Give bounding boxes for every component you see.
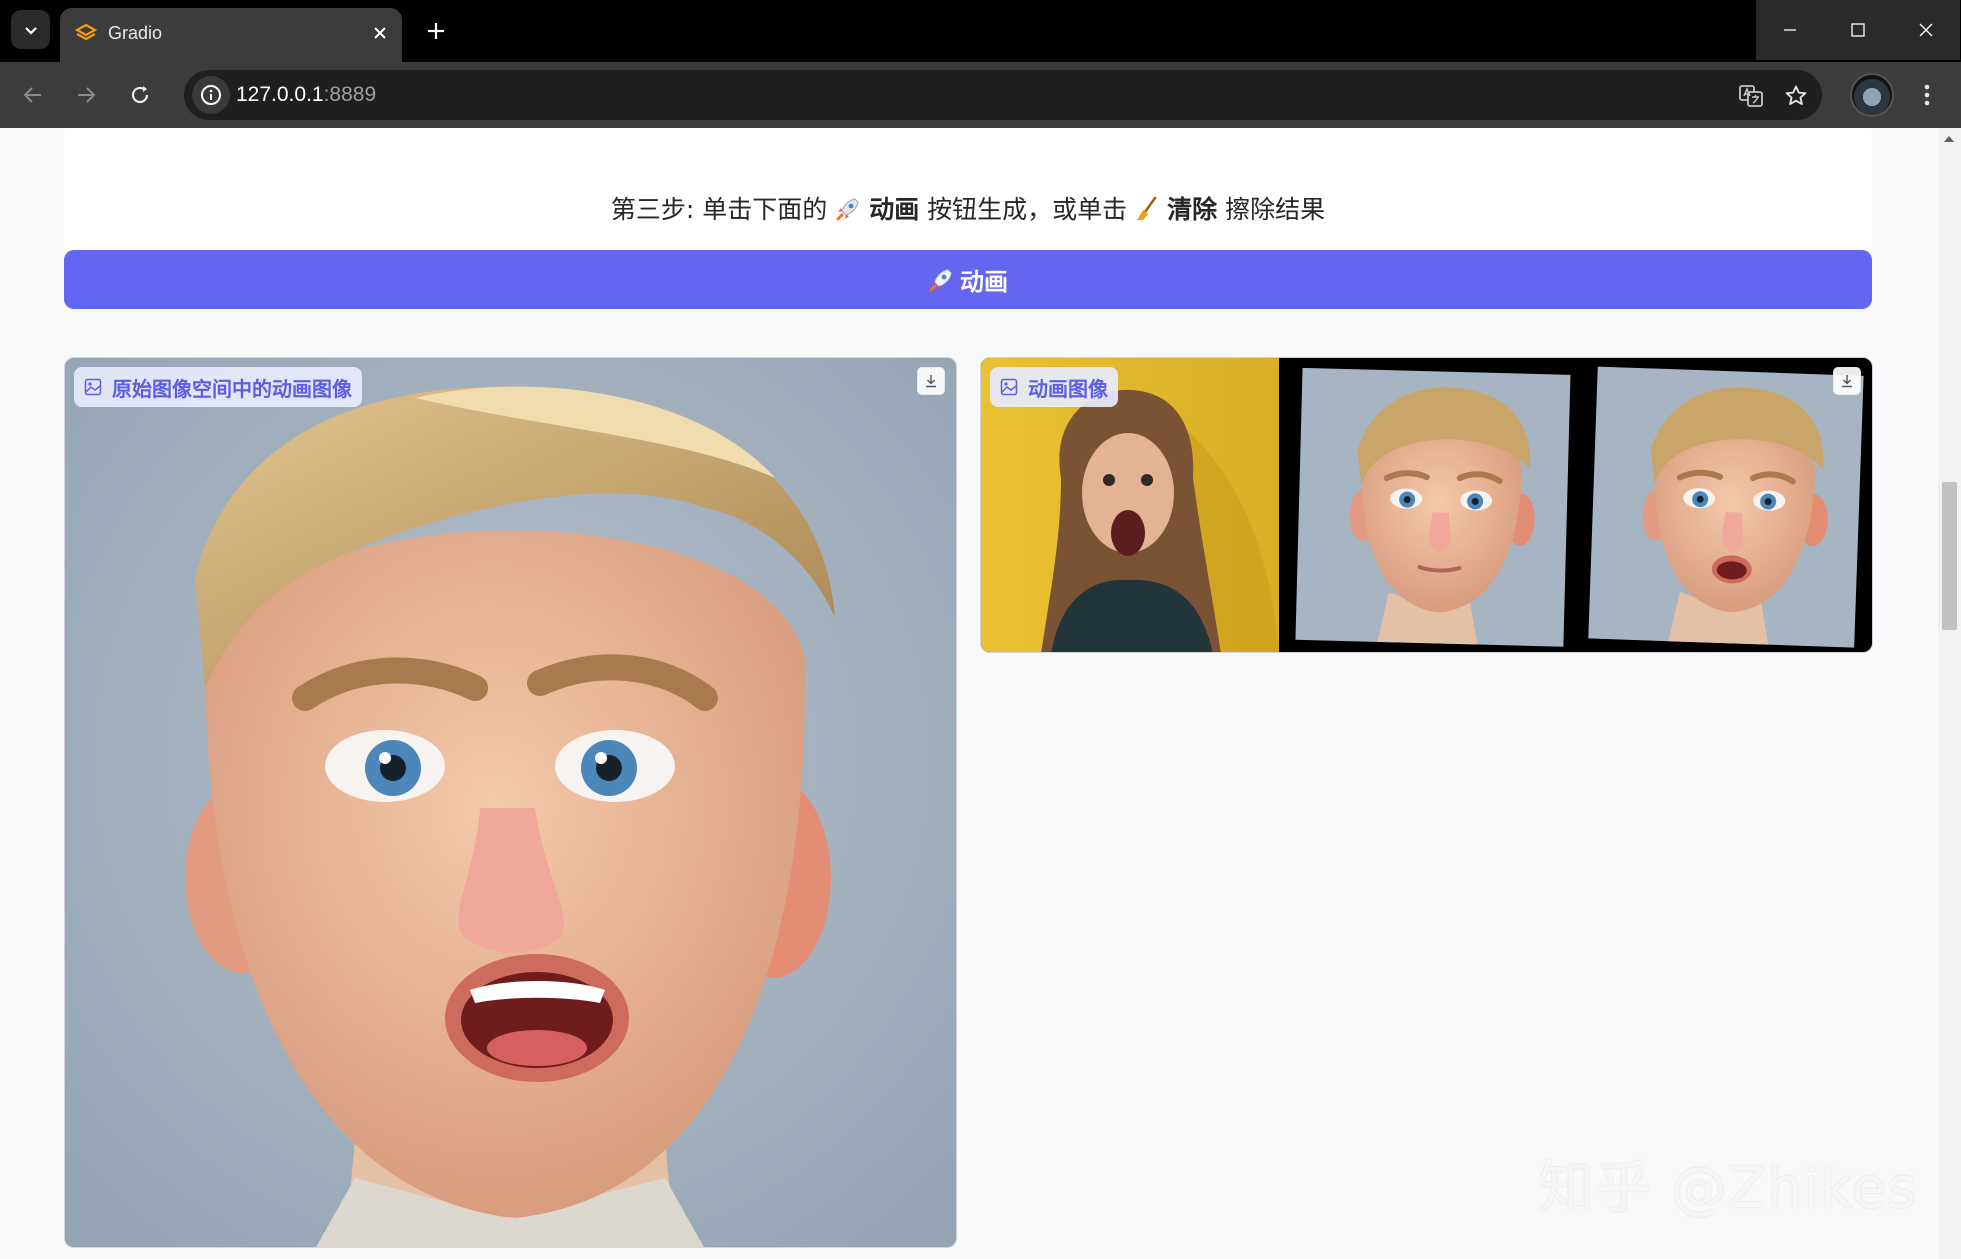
left-panel-label: 原始图像空间中的动画图像 <box>74 367 362 407</box>
download-icon <box>926 375 936 388</box>
back-button[interactable] <box>14 76 52 114</box>
site-info-button[interactable] <box>192 76 230 114</box>
maximize-icon <box>1851 23 1865 37</box>
instruction-animate: 动画 <box>869 195 920 224</box>
animate-button-label: 动画 <box>960 268 1008 296</box>
browser-menu-button[interactable] <box>1912 76 1942 114</box>
step-three-instruction: 第三步: 单击下面的 动画 按钮生成，或单击 清除 擦除结果 <box>64 190 1872 230</box>
scrollbar-thumb[interactable] <box>1942 482 1957 630</box>
instruction-middle: 按钮生成，或单击 <box>927 195 1128 224</box>
download-icon <box>1842 375 1852 388</box>
browser-tab-strip: Gradio <box>0 0 1961 62</box>
rocket-icon <box>836 198 859 221</box>
tab-search-button[interactable] <box>11 10 50 49</box>
broom-icon <box>1137 196 1157 220</box>
download-button[interactable] <box>1833 367 1861 395</box>
new-tab-button[interactable] <box>420 15 452 47</box>
animate-button[interactable]: 动画 <box>64 250 1872 309</box>
profile-avatar[interactable] <box>1850 73 1894 117</box>
close-icon <box>374 27 386 39</box>
minimize-icon <box>1784 29 1796 31</box>
window-minimize-button[interactable] <box>1756 0 1824 60</box>
bookmark-star-button[interactable] <box>1781 81 1811 111</box>
page-scrollbar[interactable] <box>1938 128 1961 1259</box>
arrow-left-icon <box>23 87 41 103</box>
star-icon <box>1785 85 1807 105</box>
right-panel-label: 动画图像 <box>990 367 1118 407</box>
animated-image-original-space: 原始图像空间中的动画图像 <box>64 357 957 1248</box>
forward-button[interactable] <box>67 76 105 114</box>
window-close-button[interactable] <box>1892 0 1960 60</box>
download-button[interactable] <box>917 367 945 395</box>
url-port: :8889 <box>323 83 377 106</box>
scroll-up-arrow[interactable] <box>1944 136 1954 142</box>
chevron-down-icon <box>24 26 37 35</box>
translate-icon <box>1739 85 1763 107</box>
url-host: 127.0.0.1 <box>236 83 324 106</box>
gradio-logo-icon <box>74 23 98 41</box>
plus-icon <box>428 23 444 39</box>
browser-toolbar: 127.0.0.1:8889 <box>0 62 1961 128</box>
instruction-prefix: 第三步: 单击下面的 <box>610 195 828 224</box>
window-maximize-button[interactable] <box>1824 0 1892 60</box>
instruction-suffix: 擦除结果 <box>1225 195 1326 224</box>
reload-icon <box>131 86 149 104</box>
cartoon-boy-image <box>65 358 956 1247</box>
browser-tab[interactable]: Gradio <box>60 8 402 62</box>
address-bar[interactable]: 127.0.0.1:8889 <box>184 70 1822 120</box>
tab-title: Gradio <box>108 23 163 43</box>
image-icon <box>1000 378 1018 396</box>
info-icon <box>201 85 221 105</box>
url-text: 127.0.0.1:8889 <box>236 81 376 109</box>
left-panel-label-text: 原始图像空间中的动画图像 <box>112 376 352 401</box>
rocket-icon <box>929 268 952 291</box>
tab-close-button[interactable] <box>368 21 392 45</box>
translate-button[interactable] <box>1736 81 1766 111</box>
instruction-clear: 清除 <box>1167 195 1218 224</box>
zhihu-watermark: 知乎 @Zhikes <box>1538 1156 1918 1221</box>
close-icon <box>1919 23 1933 37</box>
gradio-page: 第三步: 单击下面的 动画 按钮生成，或单击 清除 擦除结果 动画 原始图像空间… <box>0 128 1961 1259</box>
more-vertical-icon <box>1924 84 1930 106</box>
reload-button[interactable] <box>121 76 159 114</box>
animated-image-output: 动画图像 <box>980 357 1873 653</box>
arrow-right-icon <box>78 87 96 103</box>
image-icon <box>84 378 102 396</box>
right-panel-label-text: 动画图像 <box>1028 376 1108 401</box>
